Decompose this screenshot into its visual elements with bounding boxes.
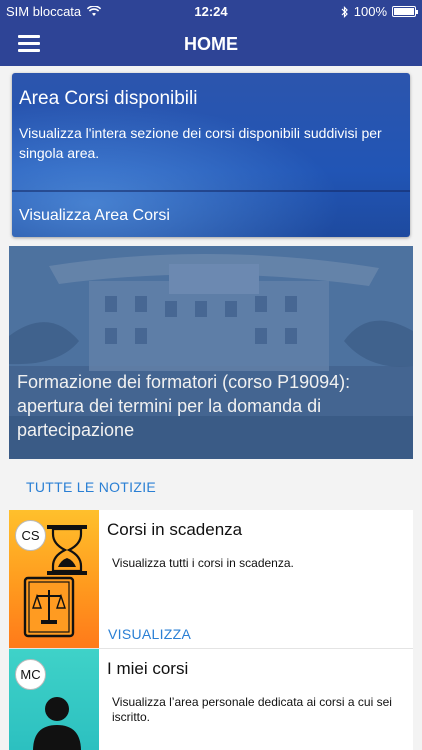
divider (12, 190, 410, 192)
item-thumbnail: MC (9, 649, 99, 750)
all-news-link[interactable]: TUTTE LE NOTIZIE (26, 479, 156, 495)
list-item[interactable]: MC I miei corsi Visualizza l’area person… (9, 648, 413, 750)
item-thumbnail: CS (9, 510, 99, 648)
news-banner[interactable]: Formazione dei formatori (corso P19094):… (9, 246, 413, 459)
abbr-badge: CS (15, 520, 46, 551)
news-headline: Formazione dei formatori (corso P19094):… (17, 372, 351, 440)
hourglass-icon (47, 525, 87, 575)
item-title: Corsi in scadenza (107, 520, 243, 539)
abbr-badge: MC (15, 659, 46, 690)
status-right: 100% (341, 4, 418, 19)
list-item[interactable]: CS Corsi in scadenza Visualizza tutti i … (9, 510, 413, 648)
bluetooth-icon (341, 5, 348, 18)
battery-icon (392, 6, 418, 17)
page-title: HOME (184, 34, 238, 54)
item-title: I miei corsi (107, 659, 189, 678)
nav-bar: HOME (0, 22, 422, 66)
user-icon (33, 697, 81, 750)
item-description: Visualizza tutti i corsi in scadenza. (112, 556, 294, 570)
area-card-title: Area Corsi disponibili (19, 88, 198, 109)
view-area-corsi-link[interactable]: Visualizza Area Corsi (19, 207, 170, 225)
view-button[interactable]: VISUALIZZA (108, 626, 191, 642)
area-card-description: Visualizza l'intera sezione dei corsi di… (19, 125, 382, 161)
law-book-icon (23, 576, 75, 638)
item-description: Visualizza l’area personale dedicata ai … (112, 695, 392, 724)
hamburger-icon[interactable] (18, 35, 40, 53)
battery-level (394, 8, 414, 15)
area-corsi-card[interactable]: Area Corsi disponibili Visualizza l'inte… (12, 73, 410, 237)
battery-percent: 100% (353, 4, 387, 19)
status-bar: SIM bloccata 12:24 100% (0, 0, 422, 22)
